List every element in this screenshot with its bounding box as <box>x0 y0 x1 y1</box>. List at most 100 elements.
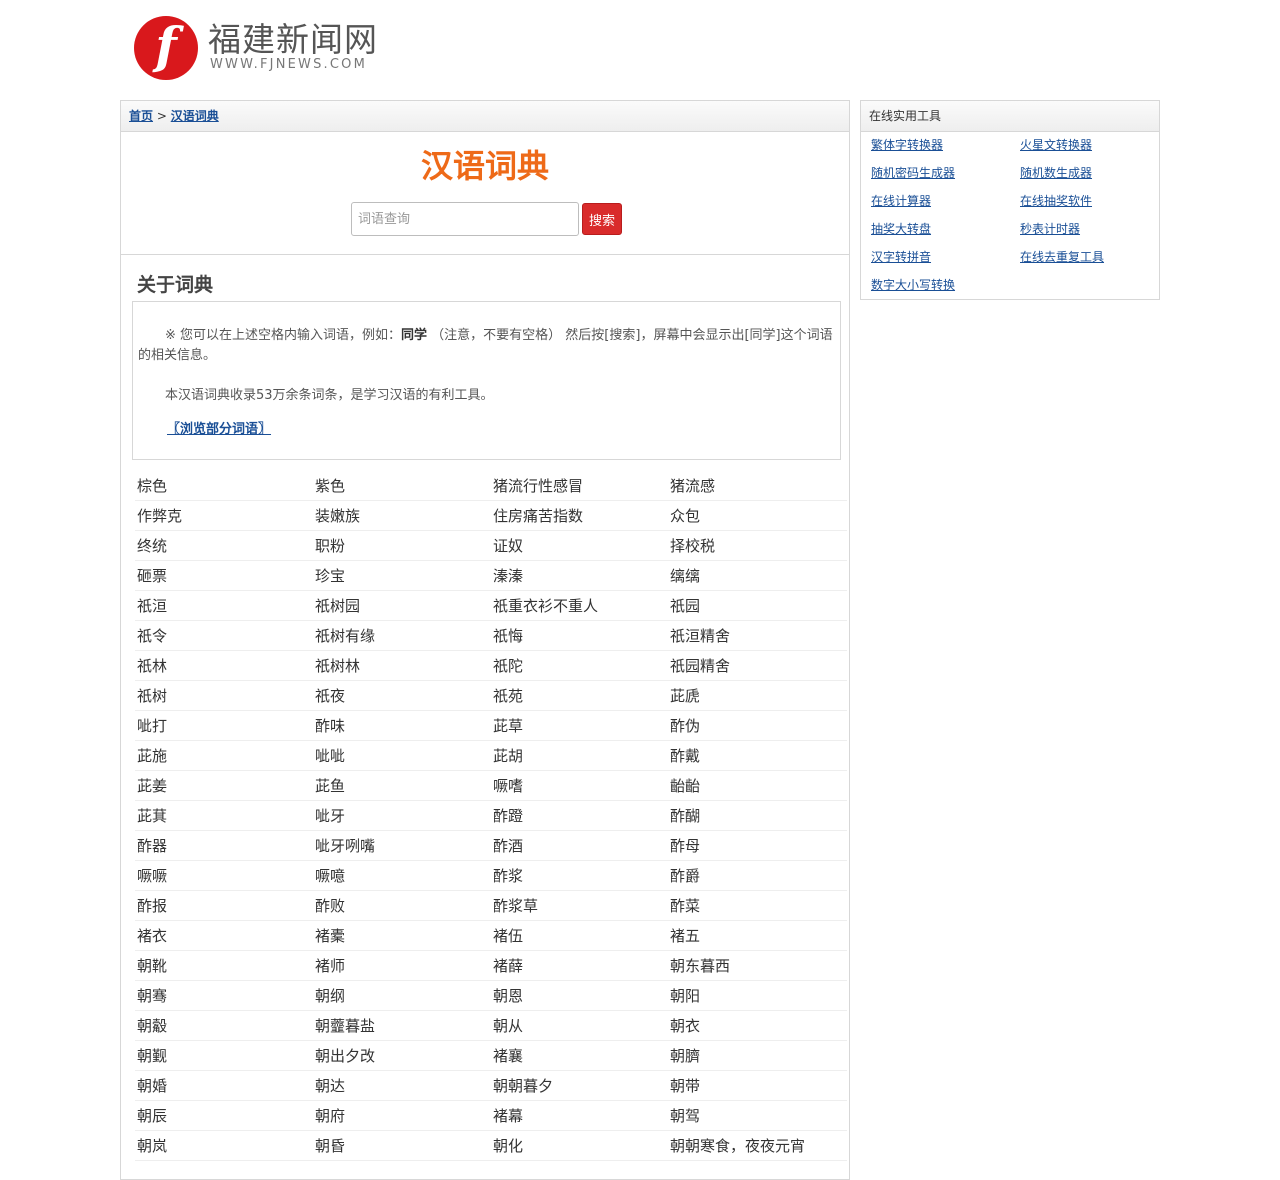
word-link[interactable]: 酢母 <box>668 831 847 861</box>
word-link[interactable]: 褚幕 <box>491 1101 668 1131</box>
word-link[interactable]: 住房痛苦指数 <box>491 501 668 531</box>
word-link[interactable]: 朝岚 <box>135 1131 313 1161</box>
word-link[interactable]: 祇树园 <box>313 591 491 621</box>
word-link[interactable]: 茈胡 <box>491 741 668 771</box>
word-link[interactable]: 祇树 <box>135 681 313 711</box>
word-link[interactable]: 褚襄 <box>491 1041 668 1071</box>
word-link[interactable]: 茈施 <box>135 741 313 771</box>
word-link[interactable]: 酢爵 <box>668 861 847 891</box>
word-link[interactable]: 祇令 <box>135 621 313 651</box>
word-link[interactable]: 证奴 <box>491 531 668 561</box>
word-link[interactable]: 呲打 <box>135 711 313 741</box>
tool-link[interactable]: 数字大小写转换 <box>871 271 1020 299</box>
word-link[interactable]: 珍宝 <box>313 561 491 591</box>
word-link[interactable]: 朝昏 <box>313 1131 491 1161</box>
word-link[interactable]: 酢报 <box>135 891 313 921</box>
word-link[interactable]: 酢戴 <box>668 741 847 771</box>
word-link[interactable]: 噘噫 <box>313 861 491 891</box>
tool-link[interactable]: 随机数生成器 <box>1020 159 1160 187</box>
word-link[interactable]: 祇树林 <box>313 651 491 681</box>
word-link[interactable]: 呲牙咧嘴 <box>313 831 491 861</box>
tool-link[interactable]: 在线抽奖软件 <box>1020 187 1160 215</box>
word-link[interactable]: 褚五 <box>668 921 847 951</box>
word-link[interactable]: 朝纲 <box>313 981 491 1011</box>
tool-link[interactable]: 抽奖大转盘 <box>871 215 1020 243</box>
word-link[interactable]: 祇园精舍 <box>668 651 847 681</box>
tool-link[interactable]: 繁体字转换器 <box>871 131 1020 159</box>
word-link[interactable]: 朝骞 <box>135 981 313 1011</box>
word-link[interactable]: 酢浆 <box>491 861 668 891</box>
word-link[interactable]: 酢酒 <box>491 831 668 861</box>
word-link[interactable]: 朝辰 <box>135 1101 313 1131</box>
word-link[interactable]: 棕色 <box>135 471 313 501</box>
word-link[interactable]: 祇夜 <box>313 681 491 711</box>
word-link[interactable]: 祇园 <box>668 591 847 621</box>
word-link[interactable]: 朝婚 <box>135 1071 313 1101</box>
breadcrumb-home-link[interactable]: 首页 <box>129 109 153 123</box>
word-link[interactable]: 呲呲 <box>313 741 491 771</box>
word-link[interactable]: 褚橐 <box>313 921 491 951</box>
word-link[interactable]: 酢伪 <box>668 711 847 741</box>
word-link[interactable]: 酢味 <box>313 711 491 741</box>
tool-link[interactable]: 在线计算器 <box>871 187 1020 215</box>
word-link[interactable]: 朝朝寒食，夜夜元宵 <box>668 1131 847 1161</box>
tool-link[interactable]: 在线去重复工具 <box>1020 243 1160 271</box>
word-link[interactable]: 呲牙 <box>313 801 491 831</box>
word-link[interactable]: 酢浆草 <box>491 891 668 921</box>
word-link[interactable]: 砸票 <box>135 561 313 591</box>
word-link[interactable]: 齝齝 <box>668 771 847 801</box>
word-link[interactable]: 祇悔 <box>491 621 668 651</box>
word-link[interactable]: 褚薛 <box>491 951 668 981</box>
tool-link[interactable]: 汉字转拼音 <box>871 243 1020 271</box>
word-link[interactable]: 朝觐 <box>135 1041 313 1071</box>
tool-link[interactable]: 秒表计时器 <box>1020 215 1160 243</box>
word-link[interactable]: 茈姜 <box>135 771 313 801</box>
breadcrumb-current-link[interactable]: 汉语词典 <box>171 109 219 123</box>
word-link[interactable]: 茈草 <box>491 711 668 741</box>
word-link[interactable]: 朝东暮西 <box>668 951 847 981</box>
word-link[interactable]: 朝衣 <box>668 1011 847 1041</box>
word-link[interactable]: 职粉 <box>313 531 491 561</box>
word-link[interactable]: 朝阳 <box>668 981 847 1011</box>
word-link[interactable]: 朝带 <box>668 1071 847 1101</box>
word-link[interactable]: 装嫩族 <box>313 501 491 531</box>
browse-words-link[interactable]: 〖浏览部分词语〗 <box>167 420 271 440</box>
word-link[interactable]: 众包 <box>668 501 847 531</box>
word-link[interactable]: 茈鱼 <box>313 771 491 801</box>
word-link[interactable]: 终统 <box>135 531 313 561</box>
word-link[interactable]: 褚伍 <box>491 921 668 951</box>
word-link[interactable]: 酢蹬 <box>491 801 668 831</box>
word-link[interactable]: 朝出夕改 <box>313 1041 491 1071</box>
word-link[interactable]: 朝恩 <box>491 981 668 1011</box>
word-link[interactable]: 朝臍 <box>668 1041 847 1071</box>
word-link[interactable]: 祇陀 <box>491 651 668 681</box>
word-link[interactable]: 择校税 <box>668 531 847 561</box>
word-link[interactable]: 茈萁 <box>135 801 313 831</box>
word-link[interactable]: 祇重衣衫不重人 <box>491 591 668 621</box>
word-link[interactable]: 祇苑 <box>491 681 668 711</box>
tool-link[interactable]: 随机密码生成器 <box>871 159 1020 187</box>
search-button[interactable]: 搜索 <box>582 203 622 235</box>
word-link[interactable]: 缡缡 <box>668 561 847 591</box>
word-link[interactable]: 朝达 <box>313 1071 491 1101</box>
word-link[interactable]: 朝靴 <box>135 951 313 981</box>
word-link[interactable]: 朝觳 <box>135 1011 313 1041</box>
word-link[interactable]: 噘嗜 <box>491 771 668 801</box>
word-link[interactable]: 朝化 <box>491 1131 668 1161</box>
word-link[interactable]: 酢败 <box>313 891 491 921</box>
word-link[interactable]: 作弊克 <box>135 501 313 531</box>
word-link[interactable]: 噘噘 <box>135 861 313 891</box>
word-link[interactable]: 朝府 <box>313 1101 491 1131</box>
word-link[interactable]: 朝朝暮夕 <box>491 1071 668 1101</box>
word-link[interactable]: 朝虀暮盐 <box>313 1011 491 1041</box>
fjnews-logo-icon[interactable]: f <box>134 16 198 80</box>
site-name[interactable]: 福建新闻网 <box>208 20 378 60</box>
word-link[interactable]: 酢菜 <box>668 891 847 921</box>
search-input[interactable] <box>351 202 579 236</box>
word-link[interactable]: 祇洹精舍 <box>668 621 847 651</box>
word-link[interactable]: 祇林 <box>135 651 313 681</box>
word-link[interactable]: 溱溱 <box>491 561 668 591</box>
word-link[interactable]: 酢器 <box>135 831 313 861</box>
word-link[interactable]: 猪流感 <box>668 471 847 501</box>
word-link[interactable]: 酢醐 <box>668 801 847 831</box>
